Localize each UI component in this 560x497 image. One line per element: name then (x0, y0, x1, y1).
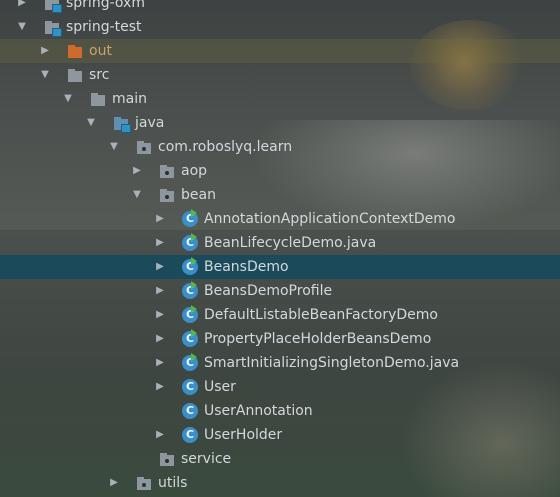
collapse-arrow-right-icon[interactable]: ▶ (130, 159, 144, 183)
runnable-class-icon: C (182, 209, 198, 227)
tree-row[interactable]: ▶ C SmartInitializingSingletonDemo.java (0, 351, 560, 375)
runnable-class-icon: C (182, 233, 198, 251)
tree-row[interactable]: ▶ C AnnotationApplicationContextDemo (0, 207, 560, 231)
tree-item-label: src (89, 67, 110, 83)
tree-row[interactable]: ▶ C UserHolder (0, 423, 560, 447)
tree-row[interactable]: ▶ out (0, 39, 560, 63)
tree-row[interactable]: ▶ C BeansDemoProfile (0, 279, 560, 303)
package-icon (159, 451, 175, 467)
tree-item-label: PropertyPlaceHolderBeansDemo (204, 331, 432, 347)
package-icon (136, 475, 152, 491)
collapse-arrow-right-icon[interactable]: ▶ (107, 471, 121, 495)
class-icon: C (182, 427, 198, 443)
collapse-arrow-right-icon[interactable]: ▶ (153, 279, 167, 303)
tree-row[interactable]: ▶ C DefaultListableBeanFactoryDemo (0, 303, 560, 327)
runnable-class-icon: C (182, 353, 198, 371)
collapse-arrow-right-icon[interactable]: ▶ (38, 39, 52, 63)
class-icon: C (182, 403, 198, 419)
tree-row[interactable]: ▶ C User (0, 375, 560, 399)
expand-arrow-down-icon[interactable]: ▼ (130, 183, 144, 207)
tree-item-label: java (135, 115, 165, 131)
tree-item-label: service (181, 451, 232, 467)
expand-arrow-down-icon[interactable]: ▼ (84, 111, 98, 135)
expand-arrow-down-icon[interactable]: ▼ (38, 63, 52, 87)
package-icon (136, 139, 152, 155)
package-icon (159, 187, 175, 203)
expand-arrow-down-icon[interactable]: ▼ (61, 87, 75, 111)
runnable-class-icon: C (182, 329, 198, 347)
collapse-arrow-right-icon[interactable]: ▶ (153, 255, 167, 279)
tree-row[interactable]: ▼ main (0, 87, 560, 111)
collapse-arrow-right-icon[interactable]: ▶ (153, 231, 167, 255)
tree-item-label: AnnotationApplicationContextDemo (204, 211, 456, 227)
collapse-arrow-right-icon[interactable]: ▶ (153, 327, 167, 351)
collapse-arrow-right-icon[interactable]: ▶ (153, 303, 167, 327)
runnable-class-icon: C (182, 281, 198, 299)
collapse-arrow-right-icon[interactable]: ▶ (153, 207, 167, 231)
tree-row[interactable]: ▶ aop (0, 159, 560, 183)
module-folder-icon (44, 19, 62, 37)
package-icon (159, 163, 175, 179)
folder-icon (90, 91, 106, 107)
tree-item-label: BeansDemoProfile (204, 283, 333, 299)
expand-arrow-down-icon[interactable]: ▼ (107, 135, 121, 159)
tree-row[interactable]: ▼ spring-test (0, 15, 560, 39)
tree-row[interactable]: ▶ C PropertyPlaceHolderBeansDemo (0, 327, 560, 351)
collapse-arrow-right-icon[interactable]: ▶ (153, 351, 167, 375)
tree-row[interactable]: C UserAnnotation (0, 399, 560, 423)
tree-item-label: spring-oxm (66, 0, 145, 11)
tree-row[interactable]: ▼ src (0, 63, 560, 87)
tree-item-label: aop (181, 163, 208, 179)
tree-item-label: BeansDemo (204, 259, 289, 275)
tree-item-label: DefaultListableBeanFactoryDemo (204, 307, 439, 323)
tree-item-label: UserHolder (204, 427, 283, 443)
tree-item-label: com.roboslyq.learn (158, 139, 293, 155)
source-folder-icon (113, 115, 131, 133)
tree-row[interactable]: service (0, 447, 560, 471)
tree-row[interactable]: ▶ C BeanLifecycleDemo.java (0, 231, 560, 255)
expand-arrow-down-icon[interactable]: ▼ (15, 15, 29, 39)
tree-row[interactable]: ▶ C BeansDemo (0, 255, 560, 279)
tree-item-label: User (204, 379, 236, 395)
tree-row[interactable]: ▶ utils (0, 471, 560, 495)
module-folder-icon (44, 0, 62, 13)
collapse-arrow-right-icon[interactable]: ▶ (153, 375, 167, 399)
tree-item-label: spring-test (66, 19, 142, 35)
folder-icon (67, 67, 83, 83)
runnable-class-icon: C (182, 257, 198, 275)
tree-row[interactable]: ▼ bean (0, 183, 560, 207)
runnable-class-icon: C (182, 305, 198, 323)
tree-row[interactable]: ▼ com.roboslyq.learn (0, 135, 560, 159)
collapse-arrow-right-icon[interactable]: ▶ (153, 423, 167, 447)
tree-item-label: utils (158, 475, 188, 491)
class-icon: C (182, 379, 198, 395)
tree-item-label: bean (181, 187, 216, 203)
tree-item-label: UserAnnotation (204, 403, 313, 419)
excluded-folder-icon (67, 43, 83, 59)
tree-item-label: SmartInitializingSingletonDemo.java (204, 355, 460, 371)
tree-row[interactable]: ▶ spring-oxm (0, 0, 560, 15)
collapse-arrow-right-icon[interactable]: ▶ (15, 0, 29, 15)
tree-item-label: BeanLifecycleDemo.java (204, 235, 377, 251)
tree-item-label: main (112, 91, 147, 107)
tree-item-label: out (89, 43, 112, 59)
tree-row[interactable]: ▼ java (0, 111, 560, 135)
